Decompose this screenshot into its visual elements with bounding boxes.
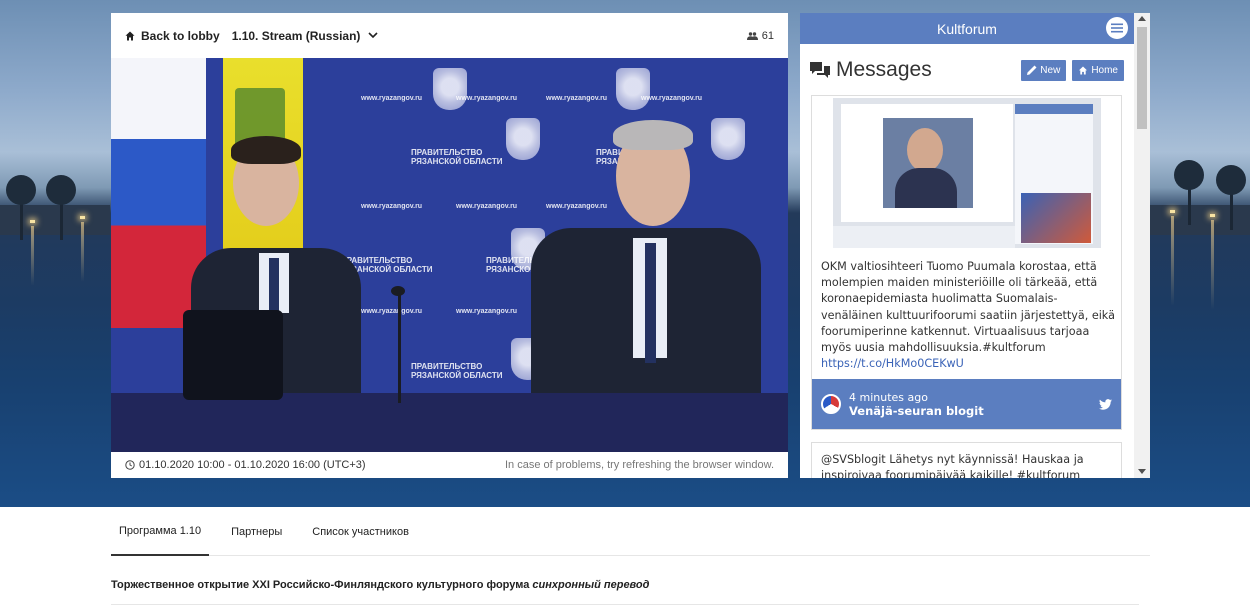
message-image[interactable]: [833, 98, 1101, 248]
light-reflection: [1211, 220, 1214, 310]
tab-bar: Программа 1.10 Партнеры Список участнико…: [111, 507, 1150, 556]
divider: [111, 604, 1139, 605]
microphone-head: [391, 286, 405, 296]
clock-icon: [125, 460, 135, 470]
light-reflection: [31, 226, 34, 286]
backdrop-text: www.ryazangov.ru: [456, 95, 518, 102]
home-icon: [125, 31, 135, 40]
stream-date: 01.10.2020 10:00 - 01.10.2020 16:00 (UTC…: [125, 459, 366, 471]
pencil-icon: [1027, 65, 1037, 75]
message-link[interactable]: https://t.co/HkMo0CEKwU: [821, 357, 964, 370]
coat-of-arms: [433, 68, 467, 110]
image-chat-picture: [1021, 193, 1091, 243]
stream-date-range: 01.10.2020 10:00 - 01.10.2020 16:00 (UTC…: [139, 459, 366, 471]
stream-footer: 01.10.2020 10:00 - 01.10.2020 16:00 (UTC…: [111, 452, 788, 478]
program-title: Торжественное открытие XXI Российско-Фин…: [111, 579, 530, 591]
tree-left: [6, 175, 36, 240]
new-message-button[interactable]: New: [1021, 59, 1067, 81]
stream-name: 1.10. Stream (Russian): [231, 28, 361, 43]
backdrop-text: www.ryazangov.ru: [361, 95, 423, 102]
light-reflection: [81, 222, 84, 282]
coat-of-arms: [616, 68, 650, 110]
message-card: OKM valtiosihteeri Tuomo Puumala korosta…: [811, 95, 1122, 430]
scroll-down-arrow[interactable]: [1138, 469, 1146, 474]
scroll-up-arrow[interactable]: [1138, 16, 1146, 21]
microphone: [398, 293, 401, 403]
back-to-lobby-label: Back to lobby: [141, 28, 220, 43]
messages-title: Messages: [836, 58, 932, 81]
viewer-count: 61: [746, 29, 774, 42]
coat-of-arms: [711, 118, 745, 160]
scroll-thumb[interactable]: [1137, 27, 1147, 129]
light: [1210, 214, 1215, 217]
tree-left: [46, 175, 76, 240]
desk: [111, 393, 788, 452]
chat-scrollbar[interactable]: [1134, 13, 1150, 478]
tablet-device: [183, 310, 283, 400]
speaker-left-hair: [231, 136, 301, 164]
message-author[interactable]: Venäjä-seuran blogit: [849, 404, 984, 418]
speaker-right-hair: [613, 120, 693, 150]
message-card: @SVSblogit Lähetys nyt käynnissä! Hauska…: [811, 442, 1122, 478]
backdrop-text: www.ryazangov.ru: [641, 95, 703, 102]
stream-panel: Back to lobby 1.10. Stream (Russian) 61 …: [111, 13, 788, 478]
tab-participants[interactable]: Список участников: [304, 507, 417, 556]
hamburger-icon: [1111, 23, 1123, 33]
backdrop-text: www.ryazangov.ru: [361, 203, 423, 210]
backdrop-text: www.ryazangov.ru: [546, 203, 608, 210]
home-icon: [1079, 65, 1088, 75]
image-desk: [833, 226, 1015, 248]
twitter-icon[interactable]: [1099, 398, 1112, 410]
stream-header: Back to lobby 1.10. Stream (Russian) 61: [111, 13, 788, 58]
message-meta: 4 minutes ago Venäjä-seuran blogit: [849, 391, 984, 418]
problem-hint: In case of problems, try refreshing the …: [504, 459, 774, 471]
home-button[interactable]: Home: [1072, 59, 1124, 81]
light: [1170, 210, 1175, 213]
program-item[interactable]: Торжественное открытие XXI Российско-Фин…: [111, 579, 649, 591]
chat-header: Kultforum: [800, 13, 1134, 44]
stream-selector[interactable]: 1.10. Stream (Russian): [232, 29, 379, 43]
back-to-lobby-button[interactable]: Back to lobby: [125, 29, 220, 43]
message-time: 4 minutes ago: [849, 390, 928, 404]
tab-program[interactable]: Программа 1.10: [111, 507, 210, 556]
shore-left: [0, 205, 110, 235]
backdrop-text: ПРАВИТЕЛЬСТВОРЯЗАНСКОЙ ОБЛАСТИ: [411, 362, 503, 380]
chat-title: Kultforum: [937, 20, 997, 37]
light: [30, 220, 35, 223]
message-text: OKM valtiosihteeri Tuomo Puumala korosta…: [821, 259, 1117, 372]
backdrop-text: www.ryazangov.ru: [546, 95, 608, 102]
message-body: OKM valtiosihteeri Tuomo Puumala korosta…: [821, 260, 1115, 355]
backdrop-text: ПРАВИТЕЛЬСТВОРЯЗАНСКОЙ ОБЛАСТИ: [411, 148, 503, 166]
chevron-down-icon: [368, 32, 378, 39]
backdrop-text: www.ryazangov.ru: [456, 308, 518, 315]
image-person-body: [895, 168, 957, 208]
coat-of-arms: [506, 118, 540, 160]
messages-header: Messages New Home: [810, 55, 1124, 85]
shore-right: [1150, 205, 1250, 235]
speaker-right-tie: [645, 243, 656, 363]
speaker-left-tie: [269, 258, 279, 318]
light: [80, 216, 85, 219]
people-icon: [746, 31, 758, 40]
new-message-label: New: [1040, 64, 1061, 76]
avatar[interactable]: [821, 394, 841, 414]
tab-partners[interactable]: Партнеры: [223, 507, 290, 556]
message-body: @SVSblogit Lähetys nyt käynnissä! Hauska…: [821, 453, 1084, 478]
comments-icon: [810, 61, 830, 78]
menu-button[interactable]: [1106, 17, 1128, 39]
chat-panel: Kultforum Messages New Home OKM valtiosi…: [800, 13, 1150, 478]
home-label: Home: [1091, 64, 1118, 76]
viewer-count-value: 61: [761, 29, 774, 42]
backdrop-text: www.ryazangov.ru: [361, 308, 423, 315]
message-text: @SVSblogit Lähetys nyt käynnissä! Hauska…: [821, 452, 1117, 478]
tree-right: [1216, 165, 1246, 230]
image-person-head: [907, 128, 943, 172]
image-chat-header: [1015, 104, 1093, 114]
light-reflection: [1171, 216, 1174, 306]
video-player[interactable]: www.ryazangov.ru www.ryazangov.ru www.ry…: [111, 58, 788, 452]
program-title-suffix: синхронный перевод: [532, 579, 650, 591]
backdrop-text: www.ryazangov.ru: [456, 203, 518, 210]
message-footer: 4 minutes ago Venäjä-seuran blogit: [812, 379, 1121, 429]
tree-right: [1174, 160, 1204, 225]
